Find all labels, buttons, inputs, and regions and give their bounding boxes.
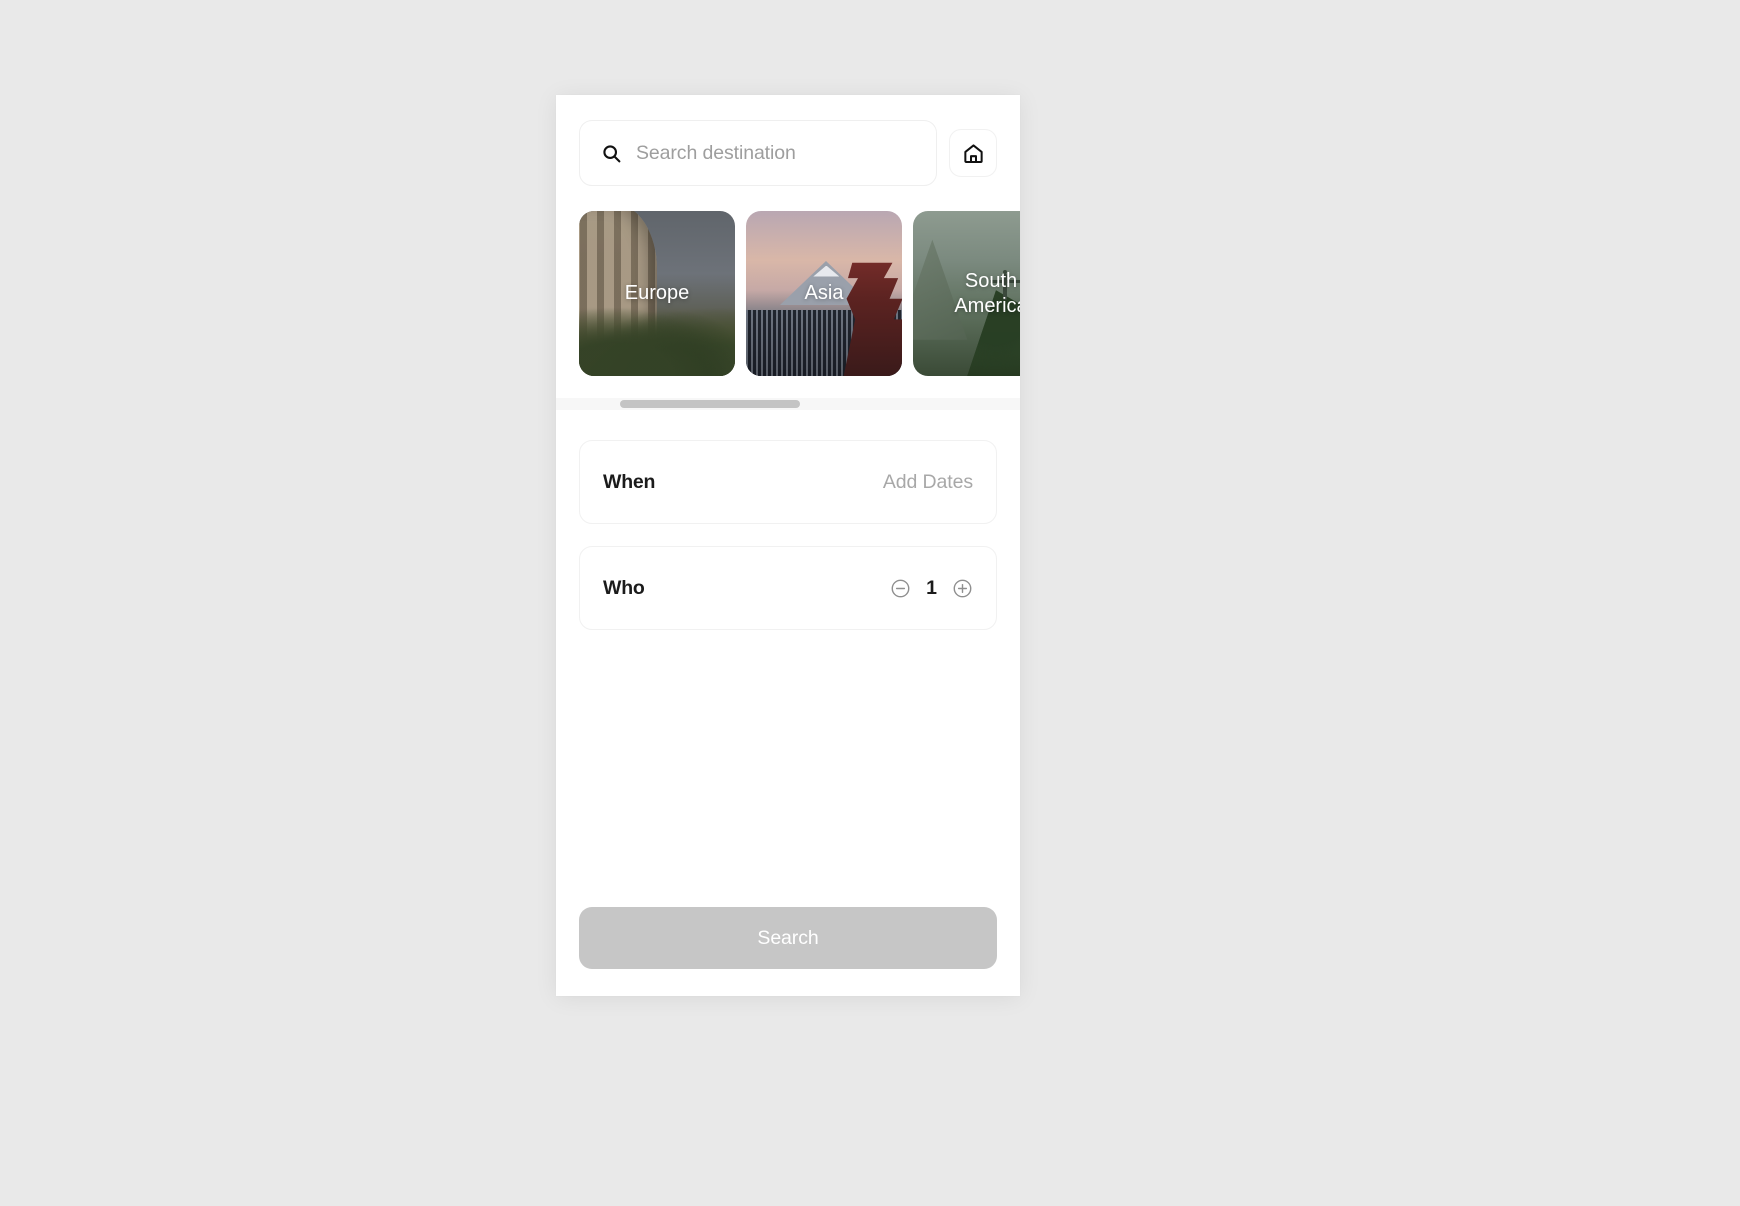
- home-icon: [963, 143, 983, 163]
- when-row[interactable]: When Add Dates: [579, 440, 997, 524]
- options-list: When Add Dates Who 1: [556, 410, 1020, 907]
- app-panel: Europe Asia South America: [556, 95, 1020, 996]
- horizontal-scrollbar-thumb[interactable]: [620, 400, 800, 408]
- destination-card-europe[interactable]: Europe: [579, 211, 735, 376]
- destination-card-asia[interactable]: Asia: [746, 211, 902, 376]
- destination-label: Asia: [804, 282, 844, 304]
- add-dates-value[interactable]: Add Dates: [883, 471, 973, 494]
- who-label: Who: [603, 576, 645, 599]
- destination-strip-wrapper: Europe Asia South America: [556, 186, 1020, 410]
- when-label: When: [603, 470, 656, 493]
- guest-stepper: 1: [890, 577, 973, 600]
- destination-strip[interactable]: Europe Asia South America: [556, 211, 1020, 376]
- plus-circle-icon: [953, 579, 972, 597]
- minus-circle-icon: [891, 579, 910, 597]
- search-box[interactable]: [579, 120, 937, 186]
- destination-label: South America: [954, 269, 1020, 317]
- increment-guests-button[interactable]: [952, 578, 973, 599]
- screen-background: Europe Asia South America: [0, 0, 1740, 1206]
- decrement-guests-button[interactable]: [890, 578, 911, 599]
- search-row: [556, 95, 1020, 186]
- home-button[interactable]: [949, 129, 997, 177]
- who-row[interactable]: Who 1: [579, 546, 997, 630]
- guest-count: 1: [926, 576, 937, 599]
- search-submit-button[interactable]: Search: [579, 907, 997, 969]
- horizontal-scrollbar-track[interactable]: [556, 398, 1020, 410]
- search-input[interactable]: [636, 141, 915, 165]
- search-icon: [603, 144, 621, 162]
- footer: Search: [556, 907, 1020, 996]
- destination-card-south-america[interactable]: South America: [913, 211, 1020, 376]
- destination-label: Europe: [624, 282, 690, 304]
